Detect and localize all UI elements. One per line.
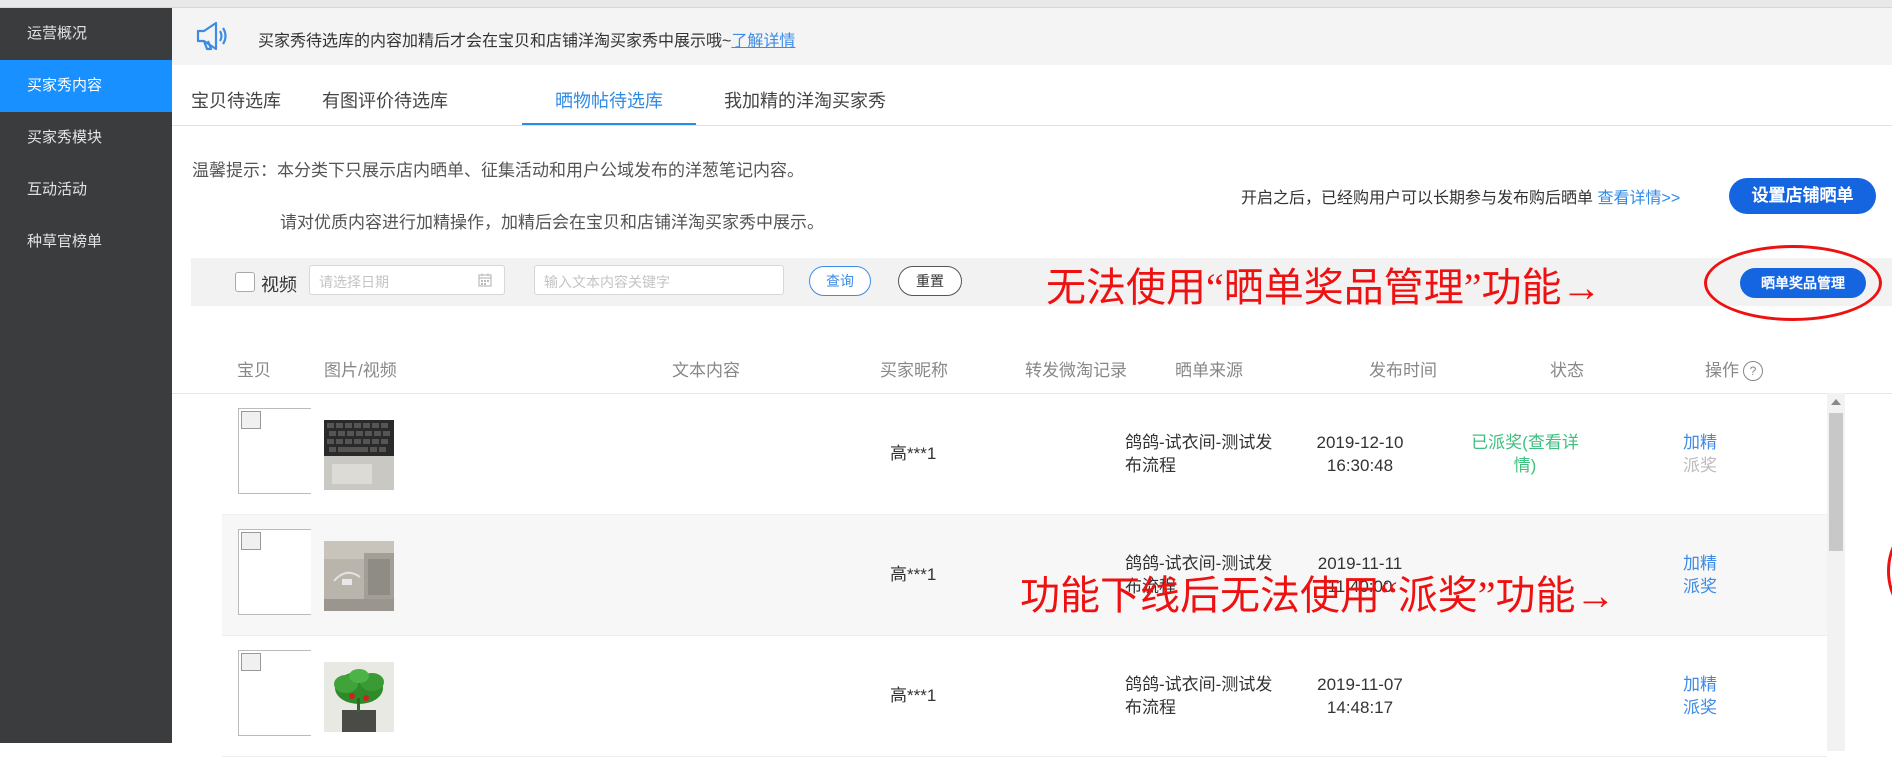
col-status: 状态: [1550, 361, 1584, 380]
col-source: 晒单来源: [1175, 361, 1243, 380]
award-button[interactable]: 派奖: [1665, 575, 1735, 598]
item-image[interactable]: [238, 650, 311, 736]
annotation-circle-prize: [1704, 245, 1882, 321]
col-text: 文本内容: [672, 361, 740, 380]
tab-image-review-pool[interactable]: 有图评价待选库: [300, 65, 470, 125]
sidebar-item-overview[interactable]: 运营概况: [0, 8, 172, 60]
video-checkbox-label: 视频: [261, 275, 297, 295]
tip-line-2: 请对优质内容进行加精操作，加精后会在宝贝和店铺洋淘买家秀中展示。: [280, 213, 824, 232]
megaphone-icon: [196, 21, 227, 51]
col-item: 宝贝: [237, 361, 271, 380]
sidebar-item-seeding-ranking[interactable]: 种草官榜单: [0, 216, 172, 268]
notice-bar: 买家秀待选库的内容加精后才会在宝贝和店铺洋淘买家秀中展示哦~了解详情: [172, 8, 1892, 65]
desk-photo[interactable]: [324, 541, 394, 611]
date-picker-input[interactable]: 请选择日期: [309, 265, 505, 295]
tab-item-pool[interactable]: 宝贝待选库: [172, 65, 300, 125]
video-checkbox[interactable]: [235, 272, 255, 292]
sidebar-item-buyer-show-content[interactable]: 买家秀内容: [0, 60, 172, 112]
scroll-up-arrow-icon[interactable]: [1831, 399, 1841, 405]
keyboard-photo[interactable]: [324, 420, 394, 490]
publish-time: 2019-11-07 14:48:17: [1317, 675, 1403, 717]
plant-photo[interactable]: [324, 662, 394, 732]
table-scrollbar[interactable]: [1827, 393, 1845, 751]
feature-button[interactable]: 加精: [1665, 552, 1735, 575]
window-top-border: [0, 0, 1892, 8]
feature-button[interactable]: 加精: [1665, 673, 1735, 696]
date-placeholder: 请选择日期: [319, 274, 389, 290]
scroll-thumb[interactable]: [1829, 413, 1843, 551]
award-button: 派奖: [1683, 456, 1717, 475]
content-tabs: 宝贝待选库 有图评价待选库 晒物帖待选库 我加精的洋淘买家秀: [172, 65, 1892, 126]
row-actions: 加精 派奖: [1665, 552, 1735, 598]
tab-my-featured[interactable]: 我加精的洋淘买家秀: [710, 65, 900, 125]
notice-text: 买家秀待选库的内容加精后才会在宝贝和店铺洋淘买家秀中展示哦~了解详情: [258, 27, 795, 51]
reset-button[interactable]: 重置: [898, 266, 962, 296]
status-awarded-link[interactable]: 已派奖(查看详情): [1465, 431, 1585, 477]
main-content: 买家秀待选库的内容加精后才会在宝贝和店铺洋淘买家秀中展示哦~了解详情 宝贝待选库…: [172, 8, 1892, 757]
sidebar-item-interactive-activity[interactable]: 互动活动: [0, 164, 172, 216]
annotation-award-note: 功能下线后无法使用“派奖”功能→: [1020, 573, 1616, 618]
broken-image-icon: [241, 532, 261, 550]
sidebar: 运营概况 买家秀内容 买家秀模块 互动活动 种草官榜单: [0, 8, 172, 743]
buyer-nickname: 高***1: [890, 686, 937, 705]
broken-image-icon: [241, 411, 261, 429]
col-ops: 操作?: [1705, 356, 1763, 381]
calendar-icon: [478, 273, 492, 287]
table-row: 高***1 鸽鸽-试衣间-测试发布流程 2019-12-10 16:30:48 …: [222, 394, 1827, 515]
sidebar-item-buyer-show-module[interactable]: 买家秀模块: [0, 112, 172, 164]
publish-time: 2019-12-10 16:30:48: [1316, 433, 1404, 475]
item-image[interactable]: [238, 408, 311, 494]
share-source: 鸽鸽-试衣间-测试发布流程: [1125, 675, 1273, 717]
help-icon[interactable]: ?: [1743, 361, 1763, 381]
share-info-text: 开启之后，已经购用户可以长期参与发布购后晒单: [1241, 190, 1594, 207]
table-header: 宝贝 图片/视频 文本内容 买家昵称 转发微淘记录 晒单来源 发布时间 状态 操…: [172, 338, 1892, 394]
col-nick: 买家昵称: [880, 361, 948, 380]
query-button[interactable]: 查询: [809, 266, 871, 296]
broken-image-icon: [241, 653, 261, 671]
share-source: 鸽鸽-试衣间-测试发布流程: [1125, 433, 1273, 475]
view-details-link[interactable]: 查看详情>>: [1597, 190, 1680, 207]
keyword-search-input[interactable]: 输入文本内容关键字: [534, 265, 784, 295]
col-media: 图片/视频: [324, 361, 397, 380]
buyer-nickname: 高***1: [890, 444, 937, 463]
table-row: 高***1 鸽鸽-试衣间-测试发布流程 2019-11-07 14:48:17 …: [222, 636, 1827, 757]
filter-bar: 视频 请选择日期 输入文本内容关键字 查询 重置: [191, 258, 1892, 306]
annotation-prize-note: 无法使用“晒单奖品管理”功能→: [1046, 265, 1602, 310]
item-image[interactable]: [238, 529, 311, 615]
row-actions: 加精 派奖: [1665, 673, 1735, 719]
notice-message: 买家秀待选库的内容加精后才会在宝贝和店铺洋淘买家秀中展示哦~: [258, 33, 732, 50]
share-info: 开启之后，已经购用户可以长期参与发布购后晒单 查看详情>>: [1241, 184, 1680, 208]
col-time: 发布时间: [1369, 361, 1437, 380]
keyword-placeholder: 输入文本内容关键字: [544, 274, 670, 290]
feature-button[interactable]: 加精: [1665, 431, 1735, 454]
col-ops-label: 操作: [1705, 361, 1739, 380]
col-weibo: 转发微淘记录: [1025, 361, 1127, 380]
setup-store-share-button[interactable]: 设置店铺晒单: [1729, 178, 1876, 214]
annotation-circle-award: [1887, 521, 1892, 621]
buyer-nickname: 高***1: [890, 565, 937, 584]
learn-more-link[interactable]: 了解详情: [731, 33, 795, 50]
tip-line-1: 温馨提示：本分类下只展示店内晒单、征集活动和用户公域发布的洋葱笔记内容。: [192, 161, 804, 180]
row-actions: 加精 派奖: [1665, 431, 1735, 477]
tab-show-post-pool[interactable]: 晒物帖待选库: [522, 65, 696, 125]
award-button[interactable]: 派奖: [1665, 696, 1735, 719]
